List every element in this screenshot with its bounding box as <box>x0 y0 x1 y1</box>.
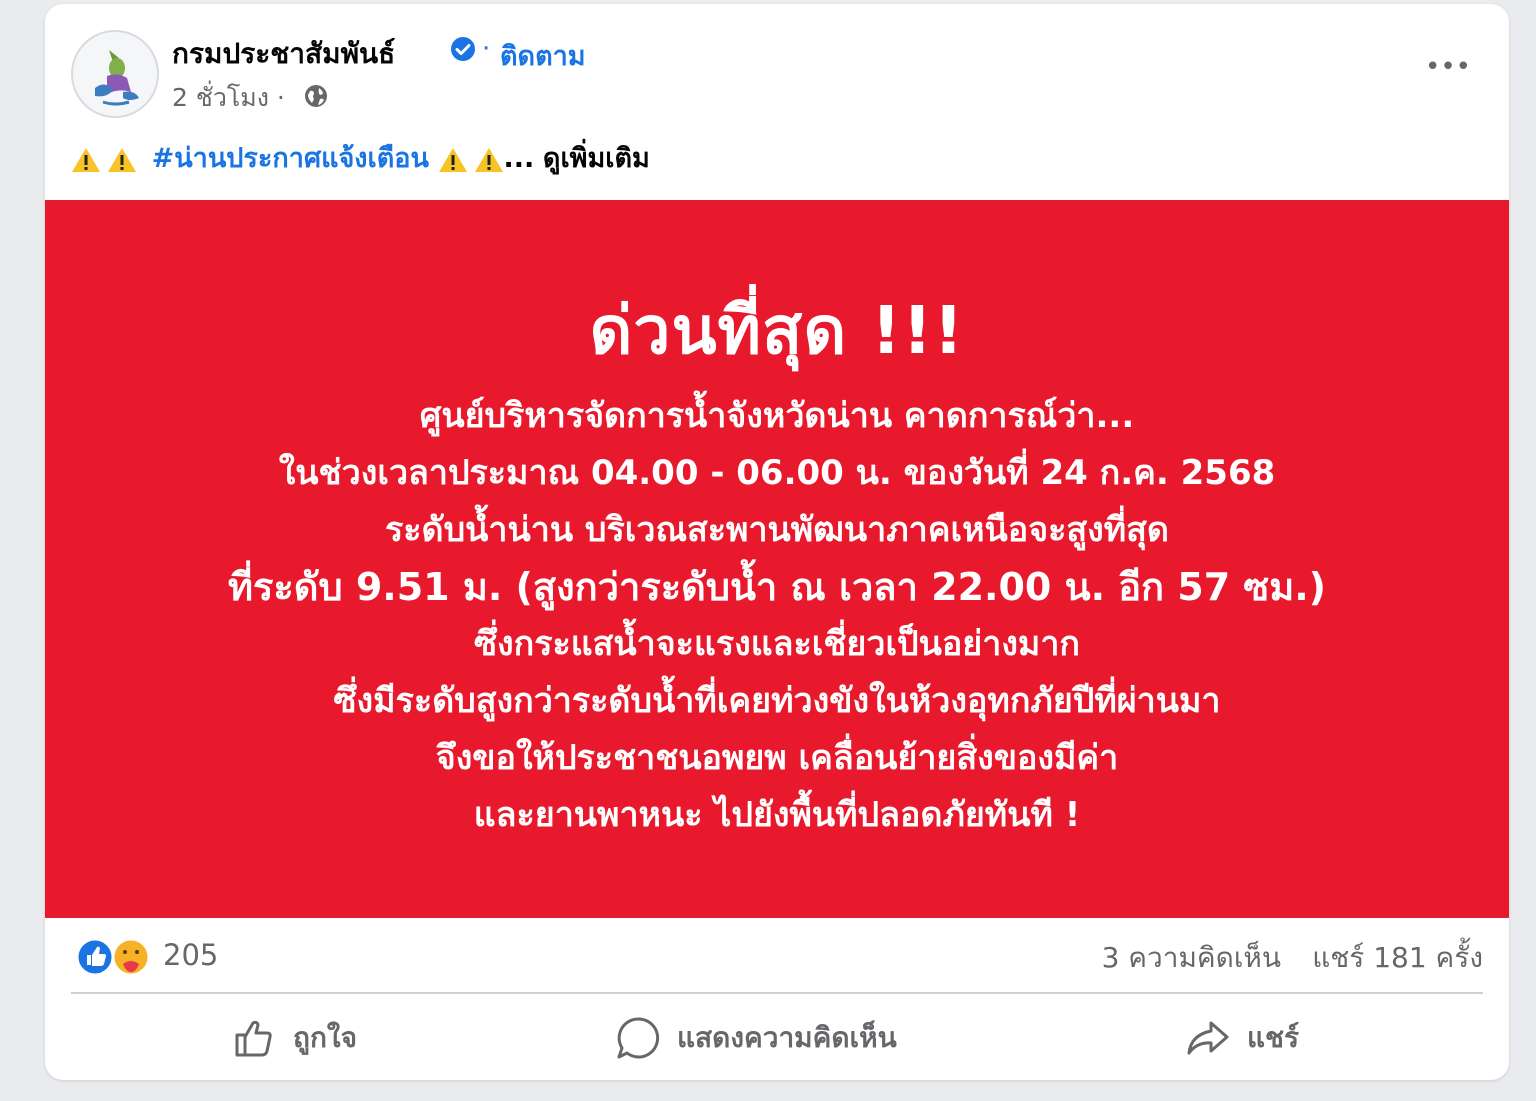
alert-line: ศูนย์บริหารจัดการน้ำจังหวัดน่าน คาดการณ์… <box>419 396 1135 436</box>
comment-button[interactable]: แสดงความคิดเห็น <box>615 1006 897 1070</box>
reactions-summary[interactable] <box>75 936 155 978</box>
warning-icon <box>438 147 467 172</box>
share-label: แชร์ <box>1247 1021 1300 1054</box>
thumbs-up-icon <box>235 1020 272 1057</box>
comment-bubble-icon <box>617 1017 660 1059</box>
like-button[interactable]: ถูกใจ <box>231 1006 357 1070</box>
hashtag-link[interactable]: #น่านประกาศแจ้งเตือน <box>152 143 429 174</box>
verified-badge-icon <box>451 37 475 61</box>
warning-icon <box>72 147 100 172</box>
see-more-link[interactable]: ดูเพิ่มเติม <box>543 143 650 174</box>
alert-line: ซึ่งกระแสน้ำจะแรงและเชี่ยวเป็นอย่างมาก <box>473 624 1081 664</box>
like-label: ถูกใจ <box>293 1021 357 1054</box>
alert-title: ด่วนที่สุด !!! <box>589 292 965 369</box>
alert-line: ในช่วงเวลาประมาณ 04.00 - 06.00 น. ของวัน… <box>278 453 1276 493</box>
alert-line: จึงขอให้ประชาชนอพยพ เคลื่อนย้ายสิ่งของมี… <box>435 738 1119 778</box>
reactions-count[interactable]: 205 <box>163 938 218 972</box>
alert-line: ระดับน้ำน่าน บริเวณสะพานพัฒนาภาคเหนือจะส… <box>385 510 1169 550</box>
alert-line: ที่ระดับ 9.51 ม. (สูงกว่าระดับน้ำ ณ เวลา… <box>227 565 1327 609</box>
alert-image[interactable]: ด่วนที่สุด !!! ศูนย์บริหารจัดการน้ำจังหว… <box>45 200 1509 918</box>
page-name[interactable]: กรมประชาสัมพันธ์ <box>172 32 395 76</box>
post-actions: ถูกใจ แสดงความคิดเห็น แชร์ <box>71 1002 1483 1074</box>
follow-button[interactable]: ติดตาม <box>500 34 586 77</box>
post-card: กรมประชาสัมพันธ์ · ติดตาม 2 ชั่วโมง · ••… <box>45 4 1509 1080</box>
alert-body: ศูนย์บริหารจัดการน้ำจังหวัดน่าน คาดการณ์… <box>45 388 1509 844</box>
post-caption: #น่านประกาศแจ้งเตือน ... ดูเพิ่มเติม <box>71 136 650 179</box>
share-arrow-icon <box>1187 1021 1229 1055</box>
comments-count[interactable]: 3 ความคิดเห็น <box>1102 936 1281 980</box>
globe-icon <box>305 85 327 107</box>
more-options-button[interactable]: ••• <box>1425 46 1471 88</box>
divider <box>71 992 1483 994</box>
like-reaction-icon <box>75 937 115 977</box>
avatar-logo-icon <box>73 32 157 116</box>
shares-count[interactable]: แชร์ 181 ครั้ง <box>1312 936 1483 980</box>
page-avatar[interactable] <box>71 30 159 118</box>
post-time[interactable]: 2 ชั่วโมง · <box>172 78 285 118</box>
separator-dot: · <box>482 34 491 64</box>
caption-ellipsis: ... <box>503 143 535 174</box>
alert-line: ซึ่งมีระดับสูงกว่าระดับน้ำที่เคยท่วงขังใ… <box>333 681 1221 721</box>
comment-label: แสดงความคิดเห็น <box>677 1021 897 1054</box>
care-reaction-icon <box>111 937 151 977</box>
alert-line: และยานพาหนะ ไปยังพื้นที่ปลอดภัยทันที ! <box>473 795 1081 835</box>
post-stats: 205 3 ความคิดเห็น แชร์ 181 ครั้ง <box>71 930 1483 986</box>
share-button[interactable]: แชร์ <box>1185 1006 1299 1070</box>
warning-icon <box>108 147 136 172</box>
warning-icon <box>474 147 503 172</box>
